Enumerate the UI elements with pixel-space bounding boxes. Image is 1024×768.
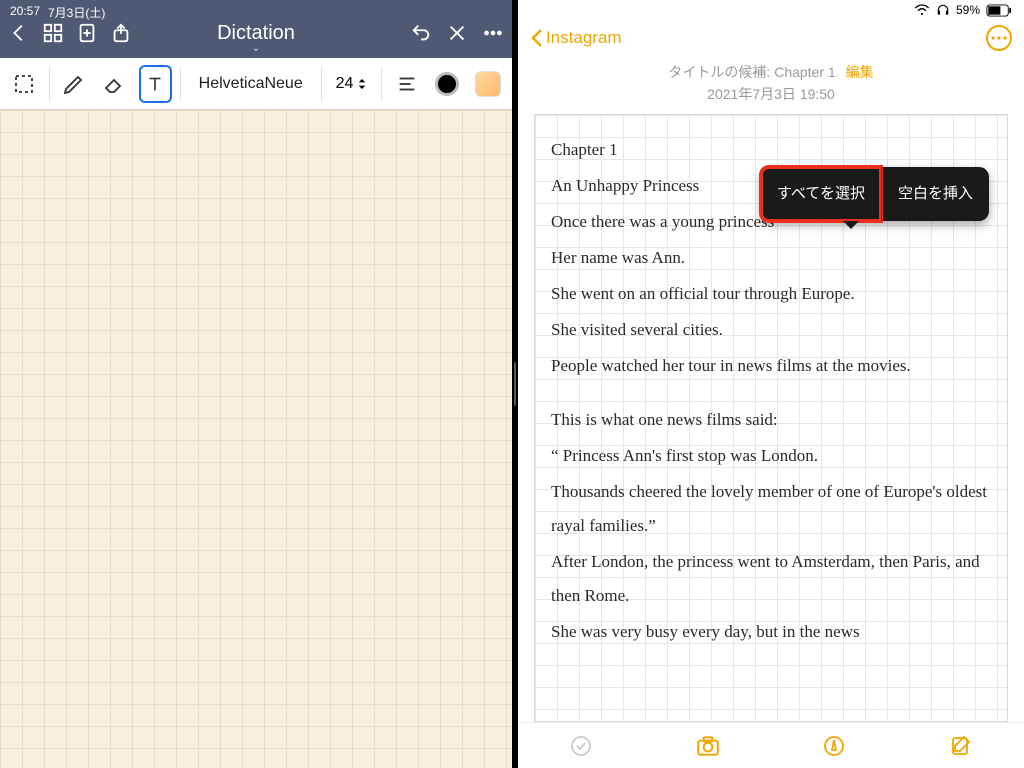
more-button[interactable] [986,25,1012,51]
pen-tool[interactable] [57,65,90,103]
eraser-tool[interactable] [98,65,131,103]
headphone-icon [936,3,950,17]
note-body[interactable]: Chapter 1An Unhappy PrincessOnce there w… [534,114,1008,722]
divider [381,67,382,101]
font-name: HelveticaNeue [199,75,303,93]
battery-icon [986,4,1012,17]
note-line: Thousands cheered the lovely member of o… [551,475,991,543]
status-bar-right: 59% [518,0,1024,20]
highlight-chip[interactable] [471,65,504,103]
right-app: 59% Instagram タイトルの候補: Chapter 1 編集 2021… [518,0,1024,768]
note-line: She was very busy every day, but in the … [551,615,991,649]
back-label: Instagram [546,28,622,48]
font-size-stepper[interactable]: 24 [330,75,374,93]
note-line: She went on an official tour through Eur… [551,277,991,311]
edit-title-button[interactable]: 編集 [846,64,874,80]
text-color-chip[interactable] [431,65,464,103]
status-time: 20:57 [10,4,40,18]
battery-percent: 59% [956,3,980,17]
compose-icon[interactable] [947,732,975,760]
left-app-title[interactable]: Dictation ⌄ [0,22,512,54]
divider [49,67,50,101]
note-title-row: タイトルの候補: Chapter 1 編集 [518,56,1024,84]
menu-insert-space[interactable]: 空白を挿入 [881,167,989,221]
chevron-down-icon: ⌄ [0,43,512,54]
font-selector[interactable]: HelveticaNeue [189,75,313,93]
note-line: After London, the princess went to Amste… [551,545,991,613]
text-tool[interactable] [139,65,172,103]
note-line: Her name was Ann. [551,241,991,275]
note-line: This is what one news films said: [551,403,991,437]
lasso-tool[interactable] [8,65,41,103]
checklist-icon[interactable] [567,732,595,760]
title-text: Dictation [217,22,295,44]
note-line: People watched her tour in news films at… [551,349,991,383]
left-app: 20:57 7月3日(土) Dictation ⌄ [0,0,512,768]
left-titlebar: 20:57 7月3日(土) Dictation ⌄ [0,0,512,58]
title-value: Chapter 1 [774,64,835,80]
wifi-icon [914,4,930,16]
divider [180,67,181,101]
divider [321,67,322,101]
context-menu: すべてを選択 空白を挿入 [761,167,989,221]
menu-select-all[interactable]: すべてを選択 [761,167,881,221]
note-line: “ Princess Ann's first stop was London. [551,439,991,473]
note-timestamp: 2021年7月3日 19:50 [518,84,1024,114]
left-canvas[interactable] [0,110,512,768]
align-tool[interactable] [390,65,423,103]
font-size-value: 24 [336,75,354,93]
title-prefix: タイトルの候補: [668,64,774,80]
status-date: 7月3日(土) [48,4,105,21]
back-button[interactable]: Instagram [530,28,622,48]
notes-bottom-toolbar [518,722,1024,768]
left-toolbar: HelveticaNeue 24 [0,58,512,110]
right-header: Instagram [518,20,1024,56]
note-line: She visited several cities. [551,313,991,347]
camera-icon[interactable] [694,732,722,760]
note-line: Chapter 1 [551,133,991,167]
markup-icon[interactable] [820,732,848,760]
